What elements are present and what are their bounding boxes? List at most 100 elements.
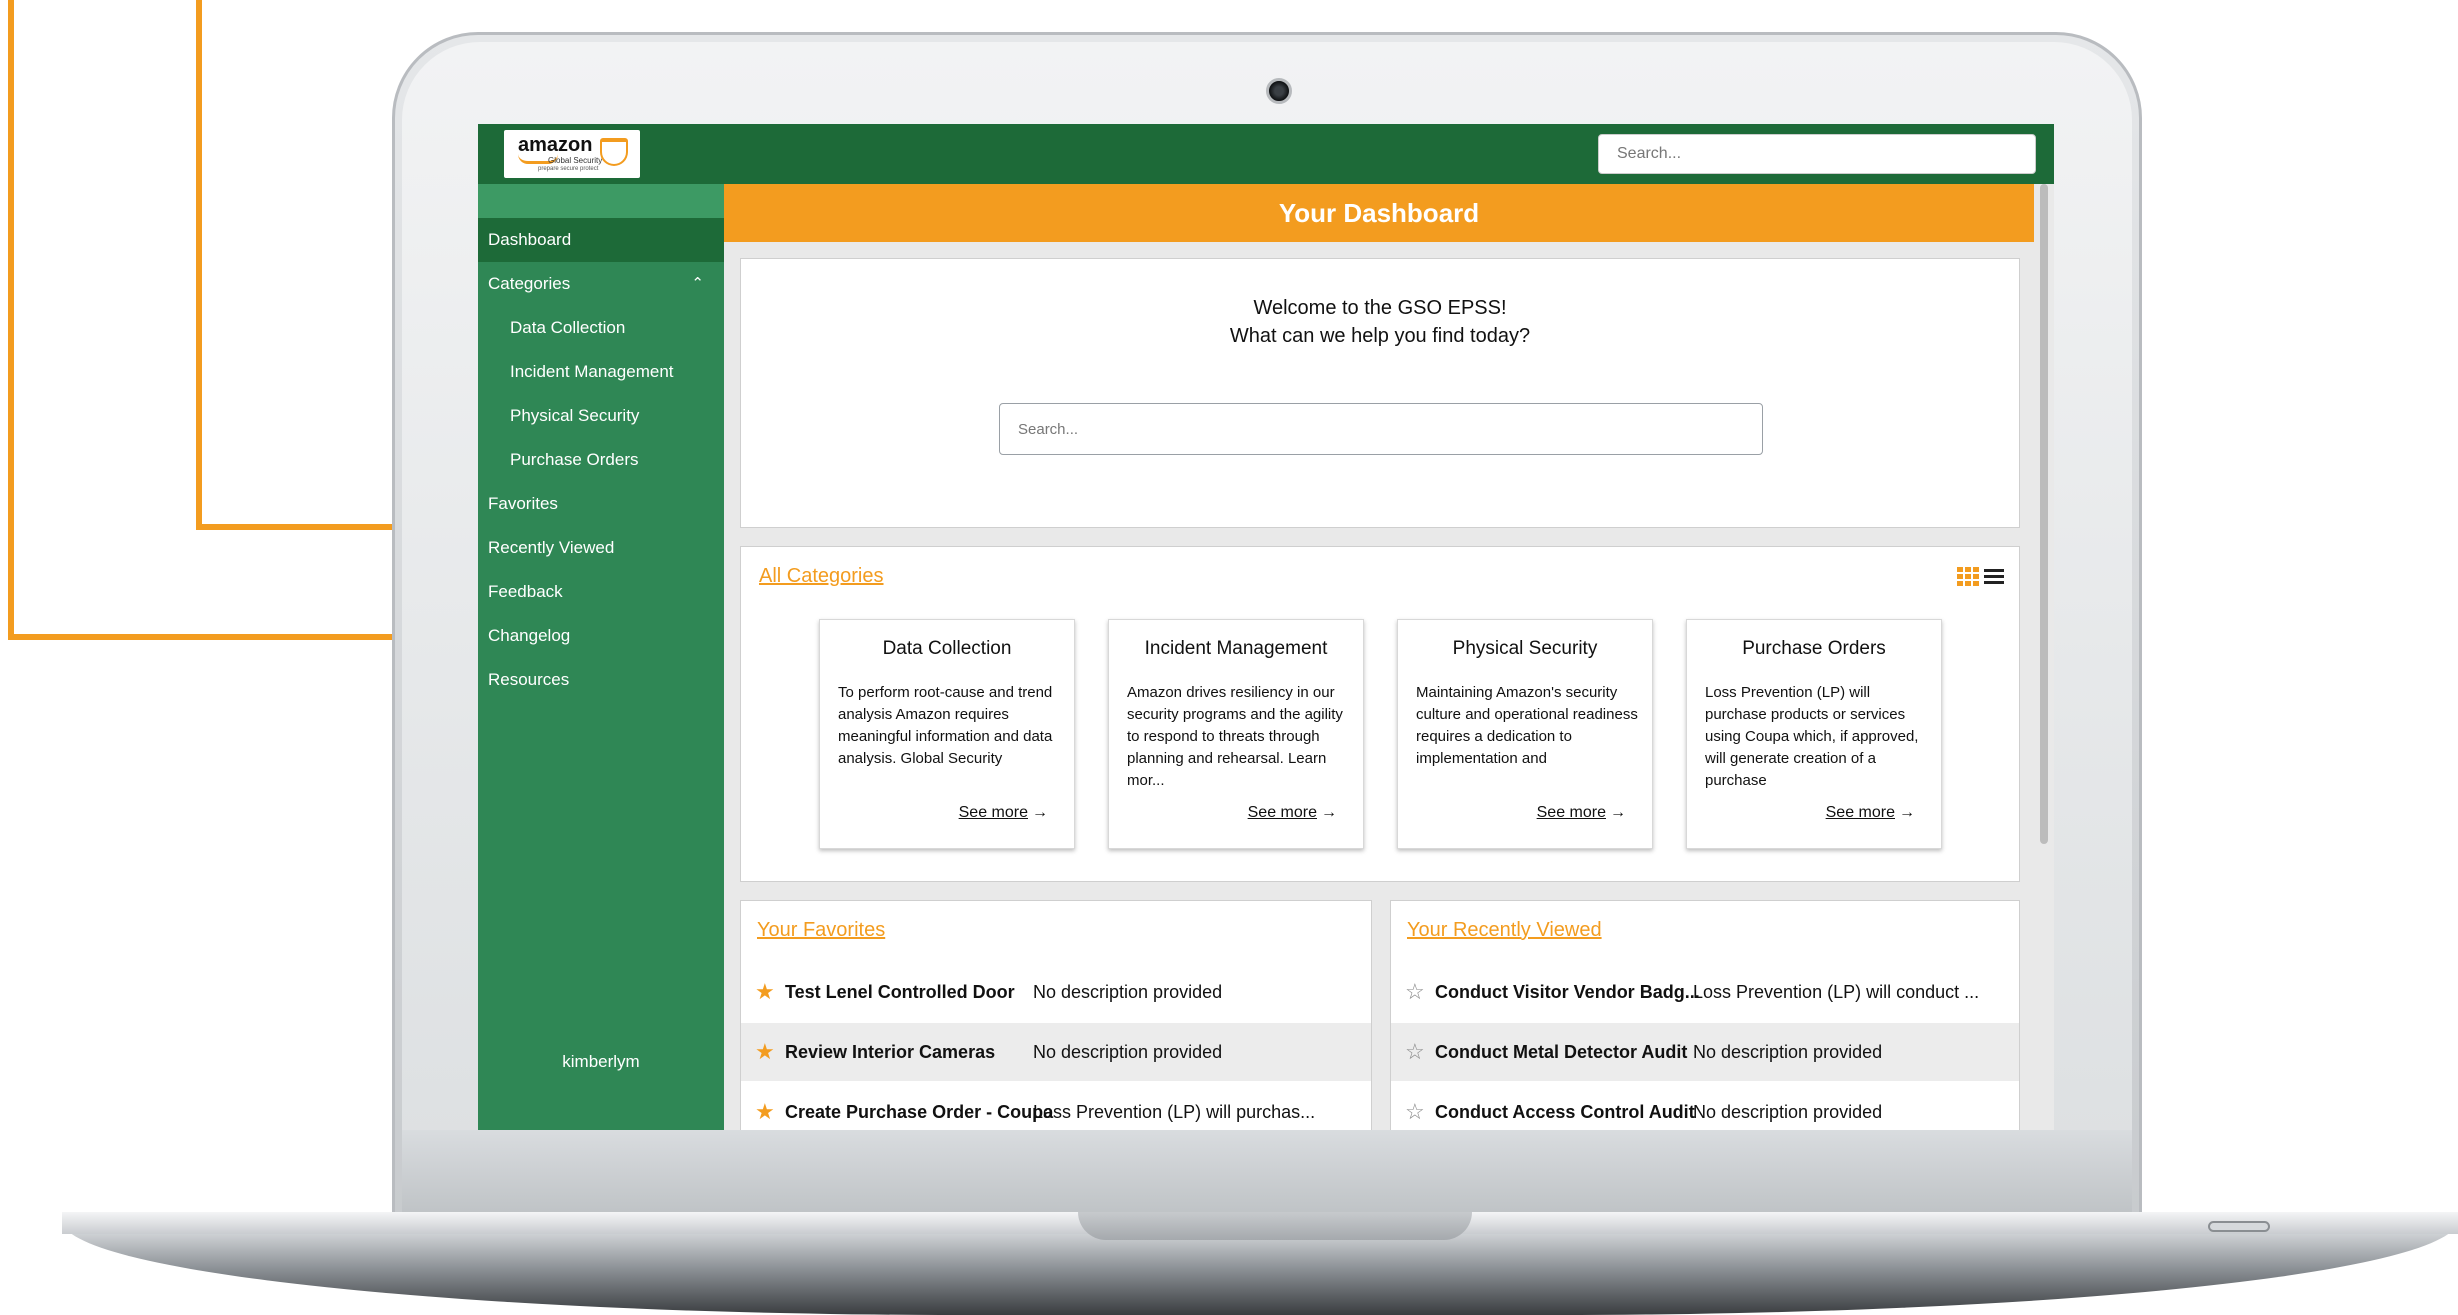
see-more-label: See more [1825,804,1895,821]
sidebar-item-resources[interactable]: Resources [478,658,724,702]
list-icon[interactable] [1984,569,2004,585]
arrow-right-icon: → [1321,804,1337,821]
webcam [1266,78,1292,104]
main-search-input[interactable] [999,403,1763,455]
logo-subtitle: Global Security [548,156,603,165]
main-content: Your Dashboard Welcome to the GSO EPSS! … [724,184,2054,1130]
row-title: Test Lenel Controlled Door [785,982,1015,1002]
sidebar-item-label: Resources [488,670,570,689]
sidebar-item-label: Feedback [488,582,563,601]
row-description: Loss Prevention (LP) will conduct ... [1693,982,1980,1002]
laptop-bottom-bezel [402,1130,2132,1214]
callout-line-changelog [8,0,14,640]
star-outline-icon[interactable]: ☆ [1405,963,1425,1021]
see-more-label: See more [958,804,1028,821]
sidebar-item-favorites[interactable]: Favorites [478,482,724,526]
top-bar: amazon Global Security prepare secure pr… [478,124,2054,184]
recent-row[interactable]: ☆ Conduct Metal Detector Audit No descri… [1391,1023,2019,1081]
laptop-side-indicator [2208,1221,2270,1232]
sidebar-item-purchase-orders[interactable]: Purchase Orders [478,438,724,482]
shield-icon [600,138,628,166]
sidebar-item-dashboard[interactable]: Dashboard [478,218,724,262]
card-description: Loss Prevention (LP) will purchase produ… [1705,684,1919,789]
sidebar-item-label: Physical Security [510,406,640,425]
sidebar-item-label: Purchase Orders [510,450,639,469]
header-search-input[interactable] [1598,134,2036,174]
star-filled-icon[interactable]: ★ [755,963,775,1021]
row-description: No description provided [1033,1042,1223,1062]
amazon-global-security-logo[interactable]: amazon Global Security prepare secure pr… [504,130,640,178]
sidebar-item-feedback[interactable]: Feedback [478,570,724,614]
row-title: Conduct Metal Detector Audit [1435,1042,1688,1062]
star-outline-icon[interactable]: ☆ [1405,1083,1425,1130]
all-categories-panel: All Categories Data Collection To perfor… [740,546,2020,882]
sidebar-item-label: Recently Viewed [488,538,615,557]
star-filled-icon[interactable]: ★ [755,1083,775,1130]
card-description: Maintaining Amazon's security culture an… [1416,684,1638,767]
logo-tagline: prepare secure protect [538,166,599,172]
chevron-up-icon[interactable]: ⌃ [691,262,704,306]
sidebar-item-label: Data Collection [510,318,626,337]
sidebar-item-label: Changelog [488,626,571,645]
card-title: Purchase Orders [1742,638,1886,659]
see-more-link[interactable]: See more → [1826,804,1915,822]
recent-row[interactable]: ☆ Conduct Access Control Audit No descri… [1391,1083,2019,1130]
recent-row[interactable]: ☆ Conduct Visitor Vendor Badg... Loss Pr… [1391,963,2019,1021]
see-more-label: See more [1536,804,1606,821]
favorites-panel: Your Favorites ★ Test Lenel Controlled D… [740,900,1372,1130]
sidebar-item-recently-viewed[interactable]: Recently Viewed [478,526,724,570]
card-description: To perform root-cause and trend analysis… [838,684,1053,767]
sidebar-header-strip [478,184,724,218]
star-filled-icon[interactable]: ★ [755,1023,775,1081]
sidebar-item-label: Favorites [488,494,558,513]
scrollbar[interactable] [2040,184,2048,844]
sidebar-item-label: Incident Management [510,362,674,381]
sidebar-item-label: Dashboard [488,230,572,249]
sidebar-item-physical-security[interactable]: Physical Security [478,394,724,438]
all-categories-link[interactable]: All Categories [759,565,884,588]
sidebar-item-data-collection[interactable]: Data Collection [478,306,724,350]
row-description: No description provided [1033,982,1223,1002]
your-recently-viewed-link[interactable]: Your Recently Viewed [1407,919,1602,942]
card-description: Amazon drives resiliency in our security… [1127,684,1343,789]
see-more-link[interactable]: See more → [1248,804,1337,822]
sidebar-item-changelog[interactable]: Changelog [478,614,724,658]
welcome-subheading: What can we help you find today? [1229,325,1531,347]
arrow-right-icon: → [1610,804,1626,821]
sidebar-item-incident-management[interactable]: Incident Management [478,350,724,394]
your-favorites-link[interactable]: Your Favorites [757,919,885,942]
callout-line-favorites [196,0,202,530]
grid-icon[interactable] [1957,567,1979,587]
category-card-physical-security[interactable]: Physical Security Maintaining Amazon's s… [1397,619,1653,849]
page-title: Your Dashboard [724,184,2034,242]
welcome-heading: Welcome to the GSO EPSS! [1253,297,1507,319]
see-more-link[interactable]: See more → [1537,804,1626,822]
sidebar: Dashboard Categories ⌃ Data Collection In… [478,184,724,1130]
arrow-right-icon: → [1899,804,1915,821]
category-card-incident-management[interactable]: Incident Management Amazon drives resili… [1108,619,1364,849]
laptop-notch [1078,1212,1472,1240]
card-title: Data Collection [882,638,1012,659]
star-outline-icon[interactable]: ☆ [1405,1023,1425,1081]
see-more-link[interactable]: See more → [959,804,1048,822]
sidebar-item-categories[interactable]: Categories ⌃ [478,262,724,306]
favorite-row[interactable]: ★ Review Interior Cameras No description… [741,1023,1371,1081]
recently-viewed-panel: Your Recently Viewed ☆ Conduct Visitor V… [1390,900,2020,1130]
stage: amazon Global Security prepare secure pr… [0,0,2458,1315]
app-screen: amazon Global Security prepare secure pr… [478,124,2054,1130]
row-description: No description provided [1693,1042,1883,1062]
category-card-purchase-orders[interactable]: Purchase Orders Loss Prevention (LP) wil… [1686,619,1942,849]
row-title: Create Purchase Order - Coupa [785,1102,1054,1122]
row-title: Conduct Access Control Audit [1435,1102,1695,1122]
favorite-row[interactable]: ★ Create Purchase Order - Coupa Loss Pre… [741,1083,1371,1130]
card-title: Incident Management [1144,638,1328,659]
arrow-right-icon: → [1032,804,1048,821]
welcome-panel: Welcome to the GSO EPSS! What can we hel… [740,258,2020,528]
row-title: Review Interior Cameras [785,1042,996,1062]
category-card-data-collection[interactable]: Data Collection To perform root-cause an… [819,619,1075,849]
favorite-row[interactable]: ★ Test Lenel Controlled Door No descript… [741,963,1371,1021]
user-name[interactable]: kimberlym [478,1052,724,1072]
row-description: No description provided [1693,1102,1883,1122]
see-more-label: See more [1247,804,1317,821]
card-title: Physical Security [1452,638,1598,659]
